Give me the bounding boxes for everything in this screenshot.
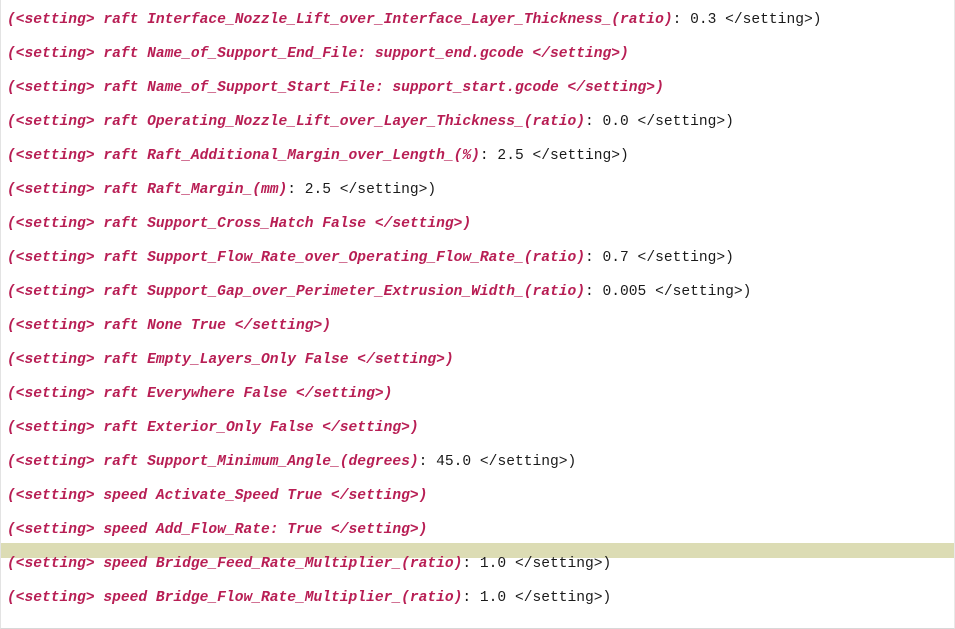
setting-key: (<setting> raft Empty_Layers_Only False … bbox=[7, 352, 454, 368]
setting-value: : 2.5 </setting>) bbox=[479, 148, 629, 164]
setting-key: (<setting> raft None True </setting>) bbox=[7, 318, 332, 334]
setting-key: (<setting> raft Name_of_Support_Start_Fi… bbox=[7, 80, 664, 96]
setting-key: (<setting> raft Everywhere False </setti… bbox=[7, 386, 393, 402]
setting-line[interactable]: (<setting> raft Raft_Additional_Margin_o… bbox=[7, 147, 629, 166]
setting-key: (<setting> raft Support_Gap_over_Perimet… bbox=[7, 284, 586, 300]
setting-key: (<setting> raft Support_Flow_Rate_over_O… bbox=[7, 250, 586, 266]
setting-line[interactable]: (<setting> raft Raft_Margin_(mm): 2.5 </… bbox=[7, 181, 436, 200]
setting-value: : 2.5 </setting>) bbox=[287, 182, 437, 198]
setting-key: (<setting> raft Name_of_Support_End_File… bbox=[7, 46, 629, 62]
setting-line[interactable]: (<setting> raft Operating_Nozzle_Lift_ov… bbox=[7, 113, 734, 132]
setting-line[interactable]: (<setting> speed Bridge_Flow_Rate_Multip… bbox=[7, 589, 611, 608]
setting-key: (<setting> raft Support_Minimum_Angle_(d… bbox=[7, 454, 419, 470]
setting-line[interactable]: (<setting> raft Name_of_Support_Start_Fi… bbox=[7, 79, 664, 98]
settings-log-page: (<setting> raft Interface_Nozzle_Lift_ov… bbox=[0, 0, 955, 629]
setting-line[interactable]: (<setting> raft Empty_Layers_Only False … bbox=[7, 351, 454, 370]
setting-key: (<setting> speed Activate_Speed True </s… bbox=[7, 488, 428, 504]
setting-key: (<setting> raft Exterior_Only False </se… bbox=[7, 420, 419, 436]
setting-key: (<setting> raft Operating_Nozzle_Lift_ov… bbox=[7, 114, 586, 130]
setting-value: : 0.005 </setting>) bbox=[585, 284, 752, 300]
setting-key: (<setting> raft Support_Cross_Hatch Fals… bbox=[7, 216, 472, 232]
setting-key: (<setting> speed Bridge_Feed_Rate_Multip… bbox=[7, 556, 463, 572]
setting-line[interactable]: (<setting> raft Exterior_Only False </se… bbox=[7, 419, 419, 438]
setting-key: (<setting> raft Raft_Additional_Margin_o… bbox=[7, 148, 480, 164]
setting-line[interactable]: (<setting> raft Support_Gap_over_Perimet… bbox=[7, 283, 751, 302]
setting-value: : 0.0 </setting>) bbox=[585, 114, 734, 130]
setting-value: : 1.0 </setting>) bbox=[462, 590, 612, 606]
setting-key: (<setting> speed Add_Flow_Rate: True </s… bbox=[7, 522, 428, 538]
setting-line[interactable]: (<setting> raft Everywhere False </setti… bbox=[7, 385, 392, 404]
setting-key: (<setting> raft Raft_Margin_(mm) bbox=[7, 182, 288, 198]
setting-value: : 0.3 </setting>) bbox=[672, 12, 822, 28]
setting-line[interactable]: (<setting> raft Interface_Nozzle_Lift_ov… bbox=[7, 11, 821, 30]
setting-value: : 45.0 </setting>) bbox=[418, 454, 577, 470]
setting-line[interactable]: (<setting> raft None True </setting>) bbox=[7, 317, 331, 336]
setting-value: : 1.0 </setting>) bbox=[462, 556, 612, 572]
setting-line[interactable]: (<setting> raft Support_Minimum_Angle_(d… bbox=[7, 453, 576, 472]
setting-key: (<setting> raft Interface_Nozzle_Lift_ov… bbox=[7, 12, 673, 28]
setting-line[interactable]: (<setting> raft Support_Cross_Hatch Fals… bbox=[7, 215, 471, 234]
setting-line[interactable]: (<setting> speed Add_Flow_Rate: True </s… bbox=[7, 521, 427, 540]
setting-line[interactable]: (<setting> speed Bridge_Feed_Rate_Multip… bbox=[7, 555, 611, 574]
setting-line[interactable]: (<setting> raft Name_of_Support_End_File… bbox=[7, 45, 629, 64]
setting-line[interactable]: (<setting> raft Support_Flow_Rate_over_O… bbox=[7, 249, 734, 268]
setting-value: : 0.7 </setting>) bbox=[585, 250, 734, 266]
setting-key: (<setting> speed Bridge_Flow_Rate_Multip… bbox=[7, 590, 463, 606]
setting-line[interactable]: (<setting> speed Activate_Speed True </s… bbox=[7, 487, 427, 506]
